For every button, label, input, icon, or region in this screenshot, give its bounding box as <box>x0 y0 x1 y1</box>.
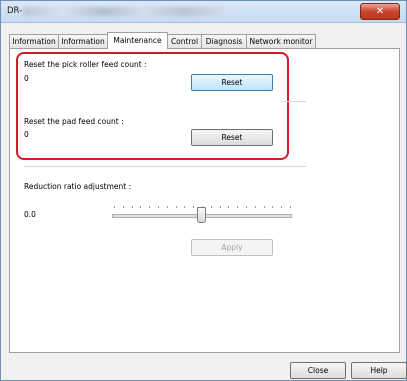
reduction-ratio-label: Reduction ratio adjustment : <box>24 182 132 191</box>
slider-tick <box>193 206 195 208</box>
slider-tick <box>166 206 168 208</box>
reset-pad-label: Reset <box>221 133 243 142</box>
slider-tick <box>290 206 291 208</box>
separator <box>24 166 306 167</box>
slider-tick <box>210 206 212 208</box>
tab-network-monitor[interactable]: Network monitor <box>246 34 316 48</box>
slider-tick <box>246 206 247 208</box>
reset-pick-roller-label: Reset <box>221 78 243 87</box>
help-button-label: Help <box>370 366 388 375</box>
slider-tick <box>281 206 283 208</box>
slider-tick <box>175 206 177 208</box>
slider-tick <box>114 206 115 208</box>
tab-maintenance[interactable]: Maintenance <box>107 32 168 49</box>
title-blurred <box>23 7 223 16</box>
close-button[interactable]: Close <box>290 362 346 379</box>
reset-pad-button[interactable]: Reset <box>191 129 273 146</box>
apply-button-label: Apply <box>221 243 243 252</box>
slider-tick <box>254 206 256 208</box>
slider-tick <box>131 206 133 208</box>
apply-button[interactable]: Apply <box>191 239 273 256</box>
slider-tick <box>140 206 142 208</box>
tab-information-1[interactable]: Information <box>9 34 59 48</box>
pick-roller-label: Reset the pick roller feed count : <box>24 60 147 69</box>
slider-thumb[interactable] <box>197 207 206 223</box>
slider-tick <box>263 206 265 208</box>
tab-control[interactable]: Control <box>167 34 202 48</box>
help-button[interactable]: Help <box>351 362 407 379</box>
slider-tick <box>122 206 124 208</box>
slider-tick <box>184 206 186 208</box>
slider-tick <box>149 206 151 208</box>
dialog-window: DR- ✕ Information Information Maintenanc… <box>0 0 407 381</box>
close-window-button[interactable]: ✕ <box>360 3 400 20</box>
slider-tick <box>228 206 230 208</box>
tab-diagnosis[interactable]: Diagnosis <box>201 34 247 48</box>
slider-tick <box>237 206 239 208</box>
reset-pick-roller-button[interactable]: Reset <box>191 74 273 91</box>
tab-information-2[interactable]: Information <box>58 34 108 48</box>
pad-label: Reset the pad feed count : <box>24 117 124 126</box>
title-bar[interactable]: DR- ✕ <box>1 1 406 23</box>
close-button-label: Close <box>307 366 329 375</box>
separator <box>282 101 306 102</box>
slider-tick <box>219 206 221 208</box>
pad-count: 0 <box>24 130 29 139</box>
window-title: DR- <box>7 6 23 16</box>
pick-roller-count: 0 <box>24 74 29 83</box>
slider-tick <box>158 206 159 208</box>
slider-tick <box>272 206 274 208</box>
close-icon: ✕ <box>375 6 385 17</box>
reduction-ratio-value: 0.0 <box>24 210 36 219</box>
